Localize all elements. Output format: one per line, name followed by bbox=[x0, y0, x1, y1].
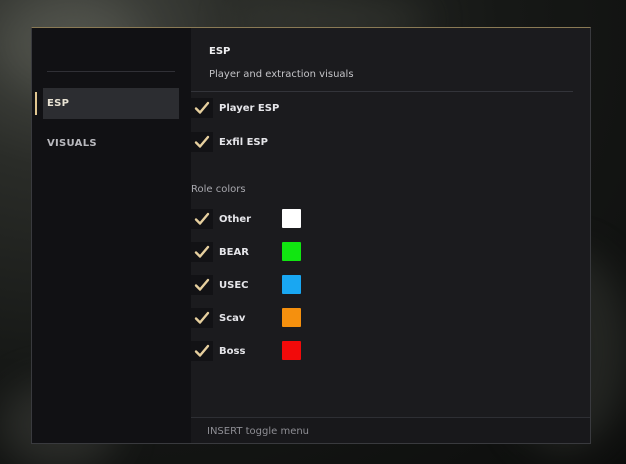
page-subtitle: Player and extraction visuals bbox=[209, 69, 354, 80]
checkmark-icon bbox=[194, 278, 210, 291]
role-label: Other bbox=[219, 213, 252, 225]
role-other-row[interactable]: Other bbox=[191, 208, 311, 230]
color-swatch[interactable] bbox=[282, 209, 301, 228]
page-title: ESP bbox=[209, 46, 231, 57]
section-label-role-colors: Role colors bbox=[191, 184, 246, 195]
toggle-label: Player ESP bbox=[219, 102, 280, 114]
toggle-label: Exfil ESP bbox=[219, 136, 268, 148]
checkbox[interactable] bbox=[191, 132, 213, 152]
sidebar-item-visuals[interactable]: VISUALS bbox=[43, 128, 179, 159]
color-swatch[interactable] bbox=[282, 275, 301, 294]
checkmark-icon bbox=[194, 212, 210, 225]
role-boss-row[interactable]: Boss bbox=[191, 340, 311, 362]
role-bear-row[interactable]: BEAR bbox=[191, 241, 311, 263]
checkbox[interactable] bbox=[191, 209, 213, 229]
sidebar: ESP VISUALS bbox=[32, 28, 191, 443]
content-panel: ESP Player and extraction visuals Player… bbox=[191, 28, 590, 443]
color-swatch[interactable] bbox=[282, 242, 301, 261]
footer-bar: INSERT toggle menu bbox=[191, 417, 590, 443]
checkmark-icon bbox=[194, 101, 210, 114]
role-scav-row[interactable]: Scav bbox=[191, 307, 311, 329]
checkbox[interactable] bbox=[191, 308, 213, 328]
role-label: BEAR bbox=[219, 246, 249, 258]
role-label: Scav bbox=[219, 312, 246, 324]
color-swatch[interactable] bbox=[282, 308, 301, 327]
exfil-esp-toggle[interactable]: Exfil ESP bbox=[191, 131, 268, 153]
sidebar-item-label: VISUALS bbox=[47, 138, 97, 149]
header-divider bbox=[191, 91, 573, 92]
menu-window: ESP VISUALS ESP Player and extraction vi… bbox=[31, 27, 591, 444]
checkmark-icon bbox=[194, 245, 210, 258]
role-label: USEC bbox=[219, 279, 249, 291]
checkbox[interactable] bbox=[191, 341, 213, 361]
sidebar-item-esp[interactable]: ESP bbox=[35, 88, 179, 119]
checkbox[interactable] bbox=[191, 275, 213, 295]
checkbox[interactable] bbox=[191, 242, 213, 262]
footer-hint: INSERT toggle menu bbox=[207, 426, 310, 437]
role-usec-row[interactable]: USEC bbox=[191, 274, 311, 296]
color-swatch[interactable] bbox=[282, 341, 301, 360]
sidebar-item-label: ESP bbox=[47, 98, 70, 109]
player-esp-toggle[interactable]: Player ESP bbox=[191, 97, 279, 119]
sidebar-divider bbox=[47, 71, 175, 72]
role-label: Boss bbox=[219, 345, 246, 357]
checkmark-icon bbox=[194, 311, 210, 324]
checkmark-icon bbox=[194, 344, 210, 357]
checkbox[interactable] bbox=[191, 98, 213, 118]
checkmark-icon bbox=[194, 135, 210, 148]
